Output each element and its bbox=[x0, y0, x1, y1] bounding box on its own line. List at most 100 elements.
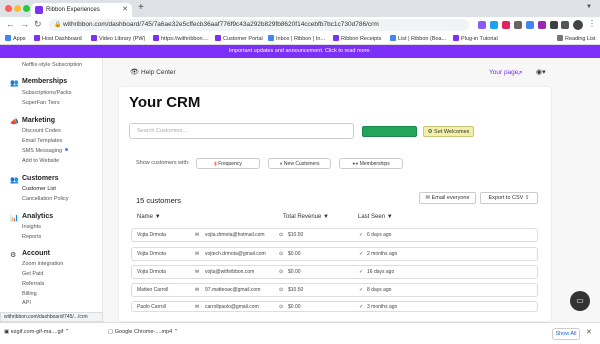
filter-new-customers-button[interactable]: ● New Customers bbox=[268, 158, 331, 169]
reading-list-icon bbox=[557, 35, 563, 41]
customer-name: Vojta Drmota bbox=[137, 269, 166, 275]
sort-down-icon: ▼ bbox=[154, 214, 161, 220]
ribbon-favicon-icon bbox=[333, 35, 339, 41]
bookmark-item[interactable]: Video Library (PW) bbox=[91, 35, 145, 42]
email-everyone-button[interactable]: ✉ Email everyone bbox=[419, 192, 476, 204]
tab-title: Ribbon Experiences bbox=[46, 7, 100, 13]
profile-avatar[interactable] bbox=[573, 20, 583, 30]
sidebar-item-subscriptions[interactable]: Subscriptions/Packs bbox=[22, 90, 72, 96]
sidebar-section-account[interactable]: Account bbox=[22, 250, 50, 257]
sidebar-item-billing[interactable]: Billing bbox=[22, 291, 37, 297]
screen: Ribbon Experiences ✕ + ▼ ← → ↻ 🔒 withrib… bbox=[0, 0, 600, 344]
sidebar-item-reports[interactable]: Reports bbox=[22, 234, 41, 240]
sidebar-item-netflix-style[interactable]: Netflix-style Subscription bbox=[22, 62, 82, 68]
customer-name: Paolo Carroll bbox=[137, 304, 166, 310]
customer-name: Vojta Drmota bbox=[137, 251, 166, 257]
extension-icon[interactable] bbox=[502, 21, 510, 29]
table-row[interactable]: Vojta Drmota ✉ vojta@withribbon.com ⊙ $0… bbox=[131, 265, 538, 279]
extension-icon[interactable] bbox=[514, 21, 522, 29]
page-title: Your CRM bbox=[129, 94, 201, 111]
sidebar-item-insights[interactable]: Insights bbox=[22, 224, 41, 230]
sidebar-item-get-paid[interactable]: Get Paid bbox=[22, 271, 43, 277]
search-input[interactable] bbox=[129, 123, 354, 139]
check-icon: ✓ bbox=[359, 232, 364, 238]
back-arrow-icon[interactable]: ← bbox=[6, 19, 15, 29]
customer-revenue: $0.00 bbox=[288, 251, 301, 257]
sidebar-item-add-to-website[interactable]: Add to Website bbox=[22, 158, 59, 164]
export-csv-button[interactable]: Export to CSV ⇪ bbox=[480, 192, 538, 204]
customer-email: vojtech.drmota@gmail.com bbox=[205, 251, 266, 257]
bookmark-item[interactable]: Apps bbox=[5, 35, 26, 42]
extension-icon[interactable] bbox=[550, 21, 558, 29]
extension-icon[interactable] bbox=[478, 21, 486, 29]
account-menu-icon[interactable]: ◉▾ bbox=[536, 68, 546, 76]
column-header-total-revenue[interactable]: Total Revenue ▼ bbox=[283, 214, 329, 220]
extension-icon[interactable] bbox=[490, 21, 498, 29]
your-page-link[interactable]: Your page bbox=[489, 69, 518, 76]
ribbon-favicon-icon bbox=[35, 6, 43, 14]
sidebar-section-memberships[interactable]: Memberships bbox=[22, 78, 67, 85]
sidebar-item-email-templates[interactable]: Email Templates bbox=[22, 138, 62, 144]
table-row[interactable]: Vojta Drmota ✉ vojta.drmota@hotmail.com … bbox=[131, 228, 538, 242]
download-item[interactable]: ▣ ezgif.com-gif-ma....gif ⌃ bbox=[4, 329, 69, 335]
bookmark-item[interactable]: Ribbon Receipts bbox=[333, 35, 381, 42]
sidebar-item-api[interactable]: API bbox=[22, 300, 31, 306]
bookmark-item[interactable]: Customer Portal bbox=[215, 35, 263, 42]
sidebar-item-referrals[interactable]: Referrals bbox=[22, 281, 44, 287]
chat-icon[interactable]: ▭ bbox=[570, 291, 590, 311]
tab-ribbon-experiences[interactable]: Ribbon Experiences ✕ bbox=[31, 3, 132, 17]
table-row[interactable]: Paolo Carroll ✉ carrollpaolo@gmail.com ⊙… bbox=[131, 301, 538, 312]
kebab-menu-icon[interactable]: ⋮ bbox=[588, 19, 596, 28]
revenue-icon: ⊙ bbox=[279, 304, 284, 310]
bookmark-item[interactable]: Plug-in Tutorial bbox=[453, 35, 498, 42]
ribbon-favicon-icon bbox=[215, 35, 221, 41]
bookmark-reading-list[interactable]: Reading List bbox=[557, 35, 596, 42]
reload-icon[interactable]: ↻ bbox=[34, 19, 42, 30]
forward-arrow-icon[interactable]: → bbox=[20, 19, 29, 29]
extension-icon[interactable] bbox=[538, 21, 546, 29]
bookmark-item[interactable]: Inbox | Ribbon | In... bbox=[268, 35, 325, 42]
mail-icon: ✉ bbox=[195, 304, 200, 310]
sidebar-item-sms-messaging[interactable]: SMS Messaging bbox=[22, 148, 69, 154]
chevron-down-icon[interactable]: ▼ bbox=[586, 4, 592, 10]
filter-frequency-button[interactable]: ▮ Frequency bbox=[196, 158, 260, 169]
set-welcomes-button[interactable]: ⚙ Set Welcomes bbox=[423, 126, 474, 137]
table-row[interactable]: Vojta Drmota ✉ vojtech.drmota@gmail.com … bbox=[131, 247, 538, 261]
close-icon[interactable]: ✕ bbox=[586, 328, 592, 336]
sidebar-item-superfan-tiers[interactable]: SuperFan Tiers bbox=[22, 100, 60, 106]
sidebar-item-cancellation-policy[interactable]: Cancellation Policy bbox=[22, 196, 68, 202]
announcement-banner[interactable]: Important updates and announcement. Clic… bbox=[0, 45, 600, 58]
column-header-name[interactable]: Name ▼ bbox=[137, 214, 161, 220]
green-action-button[interactable] bbox=[362, 126, 417, 137]
close-icon[interactable]: ✕ bbox=[122, 3, 128, 17]
sidebar-section-analytics[interactable]: Analytics bbox=[22, 213, 53, 220]
sidebar-item-customer-list[interactable]: Customer List bbox=[22, 186, 56, 192]
sidebar-section-customers[interactable]: Customers bbox=[22, 175, 59, 182]
address-bar[interactable]: 🔒 withribbon.com/dashboard/745/7a6ae32e5… bbox=[49, 19, 469, 31]
extension-icon[interactable] bbox=[526, 21, 534, 29]
column-header-last-seen[interactable]: Last Seen ▼ bbox=[358, 214, 393, 220]
chevron-up-icon: ⌃ bbox=[64, 329, 70, 335]
new-tab-plus-icon[interactable]: + bbox=[138, 2, 144, 13]
bookmark-item[interactable]: List | Ribbon (Boa... bbox=[390, 35, 446, 42]
show-all-downloads-button[interactable]: Show All bbox=[552, 328, 580, 340]
minimize-window-button[interactable] bbox=[14, 5, 21, 12]
help-center-link[interactable]: Help Center bbox=[141, 69, 176, 76]
sidebar-item-zoom-integration[interactable]: Zoom integration bbox=[22, 261, 63, 267]
sidebar-item-discount-codes[interactable]: Discount Codes bbox=[22, 128, 61, 134]
check-icon: ✓ bbox=[359, 304, 364, 310]
filter-memberships-button[interactable]: ●● Memberships bbox=[339, 158, 403, 169]
download-item[interactable]: ▢ Google Chrome-....mp4 ⌃ bbox=[108, 329, 178, 335]
mail-icon: ✉ bbox=[195, 287, 200, 293]
bookmark-item[interactable]: https://withribbon.... bbox=[153, 35, 209, 42]
close-window-button[interactable] bbox=[5, 5, 12, 12]
sidebar-section-marketing[interactable]: Marketing bbox=[22, 117, 55, 124]
puzzle-icon[interactable] bbox=[561, 21, 569, 29]
customer-last-seen: 2 months ago bbox=[367, 251, 398, 257]
bookmark-item[interactable]: Host Dashboard bbox=[34, 35, 82, 42]
maximize-window-button[interactable] bbox=[23, 5, 30, 12]
customer-last-seen: 16 days ago bbox=[367, 269, 395, 275]
table-row[interactable]: Matteo Carroll ✉ 97.matteoac@gmail.com ⊙… bbox=[131, 283, 538, 297]
browser-tabstrip: Ribbon Experiences ✕ + ▼ bbox=[0, 0, 600, 17]
mail-icon: ✉ bbox=[195, 269, 200, 275]
